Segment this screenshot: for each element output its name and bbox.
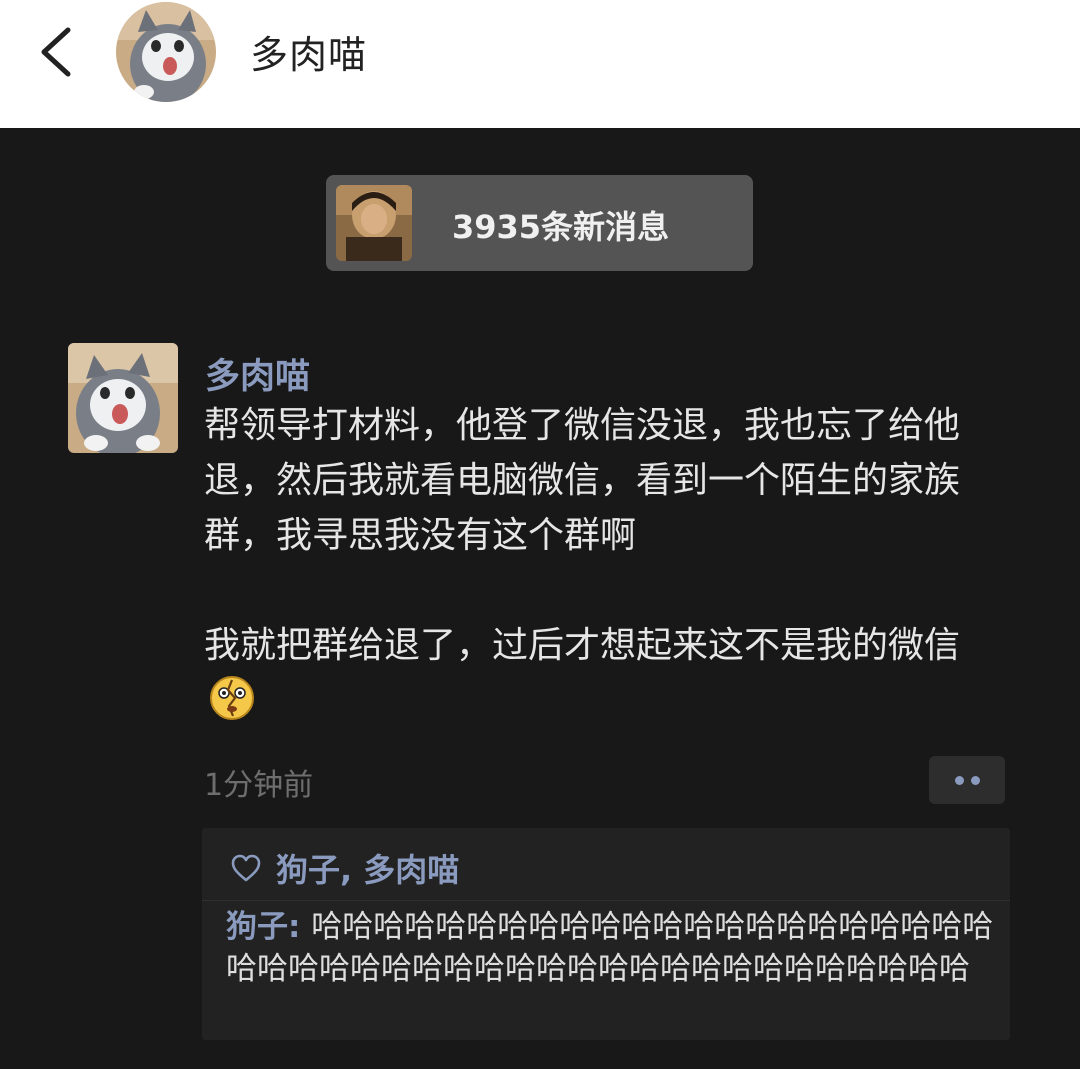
interaction-panel: 狗子, 多肉喵 狗子: 哈哈哈哈哈哈哈哈哈哈哈哈哈哈哈哈哈哈哈哈哈哈哈哈哈哈哈哈… bbox=[202, 828, 1010, 1040]
more-dots-icon bbox=[971, 776, 980, 785]
broken-heart-face-emoji bbox=[208, 674, 256, 722]
heart-icon bbox=[231, 854, 261, 882]
contact-avatar[interactable] bbox=[116, 2, 216, 102]
post-paragraph: 帮领导打材料，他登了微信没退，我也忘了给他退，然后我就看电脑微信，看到一个陌生的… bbox=[204, 405, 961, 556]
moments-feed: 3935条新消息 多肉喵 帮领导打材料，他登了微信没退，我也忘了给他退，然后我就… bbox=[0, 128, 1080, 1069]
cat-avatar-image bbox=[68, 343, 178, 453]
page-title: 多肉喵 bbox=[250, 33, 368, 77]
post-author-avatar[interactable] bbox=[68, 343, 178, 453]
post-timestamp: 1分钟前 bbox=[204, 768, 314, 803]
man-avatar bbox=[336, 185, 412, 261]
post-paragraph-text: 我就把群给退了，过后才想起来这不是我的微信 bbox=[204, 625, 961, 666]
likes-names[interactable]: 狗子, 多肉喵 bbox=[276, 845, 459, 891]
man-avatar-image bbox=[336, 185, 412, 261]
comment-author[interactable]: 狗子 bbox=[226, 909, 288, 945]
cat-avatar-image bbox=[116, 2, 216, 102]
post-author-name[interactable]: 多肉喵 bbox=[205, 348, 310, 399]
chevron-left-icon bbox=[41, 27, 71, 77]
post-paragraph: 我就把群给退了，过后才想起来这不是我的微信 bbox=[204, 618, 994, 728]
comment-separator: : bbox=[288, 909, 312, 945]
comment-text: 哈哈哈哈哈哈哈哈哈哈哈哈哈哈哈哈哈哈哈哈哈哈哈哈哈哈哈哈哈哈哈哈哈哈哈哈哈哈哈哈… bbox=[226, 909, 994, 987]
more-dots-icon bbox=[955, 776, 964, 785]
likes-row: 狗子, 多肉喵 bbox=[230, 845, 459, 891]
divider bbox=[202, 900, 1010, 901]
comment[interactable]: 狗子: 哈哈哈哈哈哈哈哈哈哈哈哈哈哈哈哈哈哈哈哈哈哈哈哈哈哈哈哈哈哈哈哈哈哈哈哈… bbox=[226, 906, 996, 990]
more-button[interactable] bbox=[929, 756, 1005, 804]
new-messages-label: 3935条新消息 bbox=[452, 208, 670, 246]
post-content: 帮领导打材料，他登了微信没退，我也忘了给他退，然后我就看电脑微信，看到一个陌生的… bbox=[204, 398, 994, 728]
back-button[interactable] bbox=[30, 20, 86, 84]
top-bar: 多肉喵 bbox=[0, 0, 1080, 128]
new-messages-banner[interactable]: 3935条新消息 bbox=[326, 175, 753, 271]
